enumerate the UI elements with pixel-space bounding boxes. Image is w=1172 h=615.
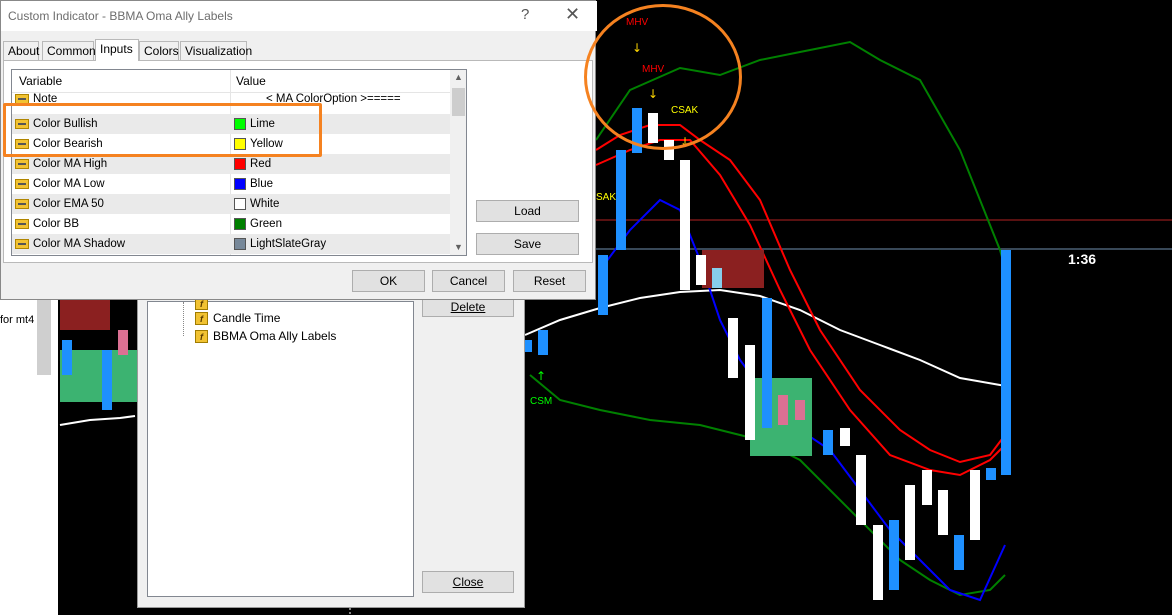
label-csak-partial: SAK bbox=[596, 192, 616, 203]
candle bbox=[538, 330, 548, 355]
candle bbox=[840, 428, 850, 446]
tree-connector bbox=[183, 302, 184, 336]
candle bbox=[118, 330, 128, 355]
candle bbox=[62, 340, 72, 375]
tab-inputs[interactable]: Inputs bbox=[95, 39, 139, 61]
grid-row-color-bb[interactable]: Color BB Green bbox=[12, 214, 450, 234]
candle bbox=[762, 298, 772, 428]
grid-row-color-ma-low[interactable]: Color MA Low Blue bbox=[12, 174, 450, 194]
zone-red bbox=[702, 250, 764, 288]
grid-scrollbar[interactable]: ▲ ▼ bbox=[450, 70, 466, 255]
candle bbox=[598, 255, 608, 315]
row-value: White bbox=[250, 198, 280, 210]
load-button[interactable]: Load bbox=[476, 200, 579, 222]
tab-visualization[interactable]: Visualization bbox=[180, 41, 252, 60]
candle bbox=[102, 350, 112, 410]
candle bbox=[889, 520, 899, 590]
color-swatch bbox=[234, 158, 246, 170]
inputs-grid[interactable]: Variable Value Note < MA ColorOption >==… bbox=[11, 69, 467, 256]
candle-countdown: 1:36 bbox=[1068, 251, 1096, 267]
candle bbox=[986, 468, 996, 480]
candle bbox=[873, 525, 883, 600]
candle bbox=[795, 400, 805, 420]
parameter-icon bbox=[15, 159, 29, 169]
candle bbox=[922, 470, 932, 505]
help-icon[interactable]: ? bbox=[521, 6, 529, 23]
candle bbox=[970, 470, 980, 540]
highlight-annotation-circle bbox=[584, 4, 742, 150]
tab-common[interactable]: Common bbox=[42, 41, 96, 60]
background-scrollbar[interactable] bbox=[37, 300, 51, 375]
candle bbox=[954, 535, 964, 570]
candle bbox=[728, 318, 738, 378]
candle bbox=[712, 268, 722, 288]
row-value: LightSlateGray bbox=[250, 238, 327, 250]
column-header-variable[interactable]: Variable bbox=[19, 74, 62, 88]
candle bbox=[616, 150, 626, 250]
tab-about[interactable]: About bbox=[3, 41, 39, 60]
navigator-window: f f Candle Time f BBMA Oma Ally Labels Del… bbox=[137, 296, 525, 608]
parameter-icon bbox=[15, 239, 29, 249]
indicator-icon: f bbox=[195, 329, 208, 343]
row-value: Red bbox=[250, 158, 272, 170]
parameter-icon bbox=[15, 199, 29, 209]
cancel-button[interactable]: Cancel bbox=[432, 270, 505, 292]
row-variable: Color MA High bbox=[33, 158, 108, 170]
grid-row-color-ma-shadow[interactable]: Color MA Shadow LightSlateGray bbox=[12, 234, 450, 254]
tree-item-bbma-oma-ally-labels[interactable]: f BBMA Oma Ally Labels bbox=[195, 327, 336, 345]
candle bbox=[745, 345, 755, 440]
row-variable: Color EMA 50 bbox=[33, 198, 104, 210]
reset-button[interactable]: Reset bbox=[513, 270, 586, 292]
background-text: for mt4 bbox=[0, 314, 35, 326]
chevron-up-icon[interactable]: ▲ bbox=[454, 72, 463, 82]
ok-button[interactable]: OK bbox=[352, 270, 425, 292]
grid-row-color-ema-50[interactable]: Color EMA 50 White bbox=[12, 194, 450, 214]
tree-item-label: Candle Time bbox=[213, 311, 281, 325]
save-button[interactable]: Save bbox=[476, 233, 579, 255]
color-swatch bbox=[234, 238, 246, 250]
parameter-icon bbox=[15, 219, 29, 229]
color-swatch bbox=[234, 218, 246, 230]
candle bbox=[823, 430, 833, 455]
chevron-down-icon[interactable]: ▼ bbox=[454, 242, 463, 252]
up-arrow-icon: ↑ bbox=[536, 369, 546, 383]
zone-red-left bbox=[60, 300, 110, 330]
tree-item-candle-time[interactable]: f Candle Time bbox=[195, 309, 280, 327]
row-variable: Color BB bbox=[33, 218, 80, 230]
row-value: Blue bbox=[250, 178, 274, 190]
title-bar: Custom Indicator - BBMA Oma Ally Labels … bbox=[1, 1, 597, 31]
candle bbox=[778, 395, 788, 425]
grid-row-color-ma-high[interactable]: Color MA High Red bbox=[12, 154, 450, 174]
highlight-annotation-box bbox=[3, 103, 322, 157]
navigator-tree[interactable]: f f Candle Time f BBMA Oma Ally Labels bbox=[147, 296, 414, 597]
close-button[interactable]: Close bbox=[422, 571, 514, 593]
candle bbox=[856, 455, 866, 525]
close-icon[interactable]: ✕ bbox=[565, 4, 580, 25]
delete-button[interactable]: Delete bbox=[422, 297, 514, 317]
indicator-icon: f bbox=[195, 311, 208, 325]
candle bbox=[696, 255, 706, 285]
grid-header: Variable Value bbox=[12, 70, 450, 93]
candle bbox=[1001, 250, 1011, 475]
dialog-title: Custom Indicator - BBMA Oma Ally Labels bbox=[8, 9, 233, 23]
candle bbox=[680, 160, 690, 290]
row-value: Green bbox=[250, 218, 282, 230]
row-variable: Color MA Shadow bbox=[33, 238, 126, 250]
candle bbox=[938, 490, 948, 535]
candle bbox=[905, 485, 915, 560]
color-swatch bbox=[234, 198, 246, 210]
tab-colors[interactable]: Colors bbox=[139, 41, 179, 60]
column-header-value[interactable]: Value bbox=[236, 74, 266, 88]
row-variable: Color MA Low bbox=[33, 178, 105, 190]
color-swatch bbox=[234, 178, 246, 190]
tree-item-label: BBMA Oma Ally Labels bbox=[213, 329, 337, 343]
scrollbar-thumb[interactable] bbox=[452, 88, 465, 116]
parameter-icon bbox=[15, 179, 29, 189]
label-csm: CSM bbox=[530, 396, 552, 407]
